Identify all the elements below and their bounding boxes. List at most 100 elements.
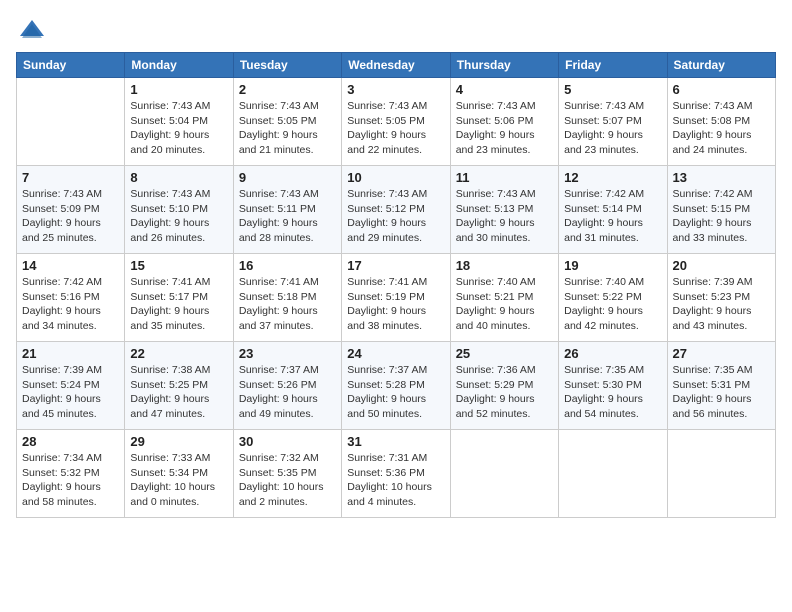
day-info: Sunrise: 7:43 AM Sunset: 5:06 PM Dayligh… [456,99,553,158]
day-cell: 16 Sunrise: 7:41 AM Sunset: 5:18 PM Dayli… [233,254,341,342]
day-cell: 23 Sunrise: 7:37 AM Sunset: 5:26 PM Dayli… [233,342,341,430]
day-number: 4 [456,82,553,97]
header-cell-thursday: Thursday [450,53,558,78]
day-number: 6 [673,82,770,97]
day-number: 29 [130,434,227,449]
week-row: 1 Sunrise: 7:43 AM Sunset: 5:04 PM Daylig… [17,78,776,166]
header-row: SundayMondayTuesdayWednesdayThursdayFrid… [17,53,776,78]
day-number: 1 [130,82,227,97]
day-info: Sunrise: 7:43 AM Sunset: 5:13 PM Dayligh… [456,187,553,246]
day-info: Sunrise: 7:43 AM Sunset: 5:08 PM Dayligh… [673,99,770,158]
day-cell: 6 Sunrise: 7:43 AM Sunset: 5:08 PM Daylig… [667,78,775,166]
day-number: 28 [22,434,119,449]
day-info: Sunrise: 7:43 AM Sunset: 5:05 PM Dayligh… [239,99,336,158]
week-row: 28 Sunrise: 7:34 AM Sunset: 5:32 PM Dayli… [17,430,776,518]
day-cell: 14 Sunrise: 7:42 AM Sunset: 5:16 PM Dayli… [17,254,125,342]
day-info: Sunrise: 7:34 AM Sunset: 5:32 PM Dayligh… [22,451,119,510]
day-cell: 18 Sunrise: 7:40 AM Sunset: 5:21 PM Dayli… [450,254,558,342]
day-number: 23 [239,346,336,361]
day-cell: 15Sunrise: 7:41 AM Sunset: 5:17 PM Dayli… [125,254,233,342]
week-row: 21 Sunrise: 7:39 AM Sunset: 5:24 PM Dayli… [17,342,776,430]
logo [16,16,46,44]
day-info: Sunrise: 7:39 AM Sunset: 5:24 PM Dayligh… [22,363,119,422]
header-cell-sunday: Sunday [17,53,125,78]
header-cell-tuesday: Tuesday [233,53,341,78]
day-cell: 10 Sunrise: 7:43 AM Sunset: 5:12 PM Dayli… [342,166,450,254]
day-info: Sunrise: 7:35 AM Sunset: 5:31 PM Dayligh… [673,363,770,422]
day-number: 5 [564,82,661,97]
day-cell: 29 Sunrise: 7:33 AM Sunset: 5:34 PM Dayli… [125,430,233,518]
day-info: Sunrise: 7:38 AM Sunset: 5:25 PM Dayligh… [130,363,227,422]
day-info: Sunrise: 7:33 AM Sunset: 5:34 PM Dayligh… [130,451,227,510]
day-info: Sunrise: 7:39 AM Sunset: 5:23 PM Dayligh… [673,275,770,334]
day-cell: 11 Sunrise: 7:43 AM Sunset: 5:13 PM Dayli… [450,166,558,254]
day-number: 3 [347,82,444,97]
day-info: Sunrise: 7:35 AM Sunset: 5:30 PM Dayligh… [564,363,661,422]
day-number: 22 [130,346,227,361]
day-number: 16 [239,258,336,273]
day-info: Sunrise: 7:43 AM Sunset: 5:05 PM Dayligh… [347,99,444,158]
day-info: Sunrise: 7:41 AM Sunset: 5:18 PM Dayligh… [239,275,336,334]
day-cell: 25 Sunrise: 7:36 AM Sunset: 5:29 PM Dayli… [450,342,558,430]
day-cell: 9 Sunrise: 7:43 AM Sunset: 5:11 PM Daylig… [233,166,341,254]
day-cell: 8 Sunrise: 7:43 AM Sunset: 5:10 PM Daylig… [125,166,233,254]
day-info: Sunrise: 7:40 AM Sunset: 5:21 PM Dayligh… [456,275,553,334]
week-row: 7Sunrise: 7:43 AM Sunset: 5:09 PM Daylig… [17,166,776,254]
day-cell: 26 Sunrise: 7:35 AM Sunset: 5:30 PM Dayli… [559,342,667,430]
day-info: Sunrise: 7:40 AM Sunset: 5:22 PM Dayligh… [564,275,661,334]
page-header [16,16,776,44]
day-cell: 7Sunrise: 7:43 AM Sunset: 5:09 PM Daylig… [17,166,125,254]
day-info: Sunrise: 7:43 AM Sunset: 5:04 PM Dayligh… [130,99,227,158]
day-number: 12 [564,170,661,185]
day-cell: 12 Sunrise: 7:42 AM Sunset: 5:14 PM Dayli… [559,166,667,254]
day-cell: 17Sunrise: 7:41 AM Sunset: 5:19 PM Dayli… [342,254,450,342]
day-info: Sunrise: 7:43 AM Sunset: 5:07 PM Dayligh… [564,99,661,158]
day-info: Sunrise: 7:43 AM Sunset: 5:10 PM Dayligh… [130,187,227,246]
day-info: Sunrise: 7:37 AM Sunset: 5:26 PM Dayligh… [239,363,336,422]
day-number: 20 [673,258,770,273]
day-number: 8 [130,170,227,185]
logo-icon [18,16,46,44]
day-cell: 21 Sunrise: 7:39 AM Sunset: 5:24 PM Dayli… [17,342,125,430]
day-number: 31 [347,434,444,449]
day-info: Sunrise: 7:43 AM Sunset: 5:12 PM Dayligh… [347,187,444,246]
day-cell: 28 Sunrise: 7:34 AM Sunset: 5:32 PM Dayli… [17,430,125,518]
day-cell: 5 Sunrise: 7:43 AM Sunset: 5:07 PM Daylig… [559,78,667,166]
header-cell-monday: Monday [125,53,233,78]
day-info: Sunrise: 7:42 AM Sunset: 5:14 PM Dayligh… [564,187,661,246]
header-cell-wednesday: Wednesday [342,53,450,78]
day-info: Sunrise: 7:43 AM Sunset: 5:09 PM Dayligh… [22,187,119,246]
day-number: 25 [456,346,553,361]
day-cell: 31 Sunrise: 7:31 AM Sunset: 5:36 PM Dayli… [342,430,450,518]
day-number: 11 [456,170,553,185]
week-row: 14 Sunrise: 7:42 AM Sunset: 5:16 PM Dayli… [17,254,776,342]
day-info: Sunrise: 7:43 AM Sunset: 5:11 PM Dayligh… [239,187,336,246]
day-number: 18 [456,258,553,273]
day-cell: 3 Sunrise: 7:43 AM Sunset: 5:05 PM Daylig… [342,78,450,166]
day-number: 14 [22,258,119,273]
day-number: 21 [22,346,119,361]
day-number: 15 [130,258,227,273]
day-number: 19 [564,258,661,273]
day-number: 9 [239,170,336,185]
day-number: 17 [347,258,444,273]
day-info: Sunrise: 7:36 AM Sunset: 5:29 PM Dayligh… [456,363,553,422]
day-cell [17,78,125,166]
header-cell-friday: Friday [559,53,667,78]
day-info: Sunrise: 7:31 AM Sunset: 5:36 PM Dayligh… [347,451,444,510]
day-number: 10 [347,170,444,185]
day-number: 13 [673,170,770,185]
day-cell: 20 Sunrise: 7:39 AM Sunset: 5:23 PM Dayli… [667,254,775,342]
day-cell: 27 Sunrise: 7:35 AM Sunset: 5:31 PM Dayli… [667,342,775,430]
day-cell: 4 Sunrise: 7:43 AM Sunset: 5:06 PM Daylig… [450,78,558,166]
day-cell: 13Sunrise: 7:42 AM Sunset: 5:15 PM Dayli… [667,166,775,254]
day-cell: 1 Sunrise: 7:43 AM Sunset: 5:04 PM Daylig… [125,78,233,166]
day-number: 30 [239,434,336,449]
day-number: 26 [564,346,661,361]
day-cell [559,430,667,518]
day-number: 27 [673,346,770,361]
day-cell: 30Sunrise: 7:32 AM Sunset: 5:35 PM Dayli… [233,430,341,518]
day-cell [667,430,775,518]
day-number: 24 [347,346,444,361]
day-info: Sunrise: 7:42 AM Sunset: 5:16 PM Dayligh… [22,275,119,334]
